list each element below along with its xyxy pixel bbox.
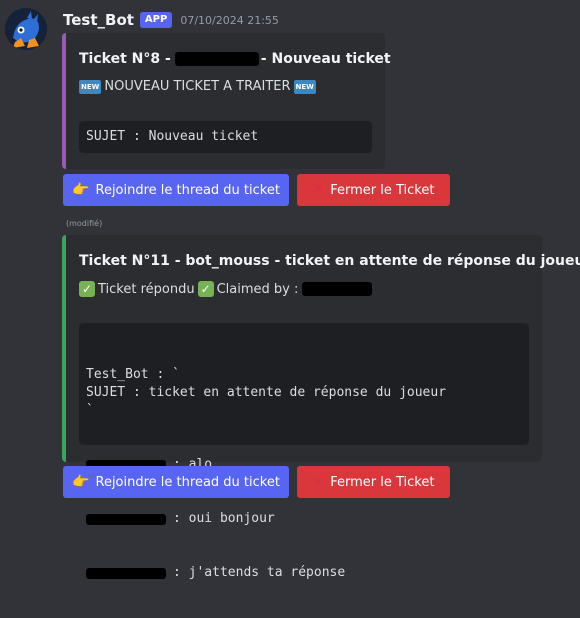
ticket-embed-11: Ticket N°11 - bot_mouss - ticket en atte… <box>62 235 580 580</box>
pointing-hand-icon: 👉 <box>72 474 90 490</box>
join-thread-button[interactable]: 👉 Rejoindre le thread du ticket <box>63 466 289 498</box>
join-thread-label: Rejoindre le thread du ticket <box>95 182 280 198</box>
close-ticket-button[interactable]: ✕ Fermer le Ticket <box>297 174 450 206</box>
new-icon: NEW <box>79 79 102 94</box>
redacted-author <box>86 513 166 525</box>
ticket-embed-8: Ticket N°8 - - Nouveau ticket NEW NOUVEA… <box>62 33 391 169</box>
embed-title: Ticket N°11 - bot_mouss - ticket en atte… <box>79 253 580 269</box>
embed-title: Ticket N°8 - - Nouveau ticket <box>79 51 391 67</box>
conversation-code-block: Test_Bot : ` SUJET : ticket en attente d… <box>79 323 529 580</box>
edited-label: (modifié) <box>66 219 103 228</box>
username[interactable]: Test_Bot <box>63 11 134 29</box>
close-ticket-label: Fermer le Ticket <box>330 182 435 198</box>
app-tag: APP <box>139 12 173 28</box>
redacted-username <box>174 52 259 66</box>
status-answered: Ticket répondu <box>98 281 195 297</box>
embed-description: NEW NOUVEAU TICKET A TRAITER NEW <box>79 79 319 94</box>
cross-mark-icon: ✕ <box>312 474 325 490</box>
cross-mark-icon: ✕ <box>312 182 325 198</box>
embed-title-prefix: Ticket N°8 - <box>79 51 171 67</box>
redacted-claimer <box>302 282 373 296</box>
redacted-author <box>86 567 166 579</box>
code-message-line: : oui bonjour <box>86 510 522 528</box>
check-icon: ✓ <box>79 281 95 297</box>
code-header: Test_Bot : ` SUJET : ticket en attente d… <box>86 367 447 418</box>
embed-title-suffix: - Nouveau ticket <box>260 51 391 67</box>
close-ticket-label: Fermer le Ticket <box>330 474 435 490</box>
new-icon: NEW <box>293 79 316 94</box>
embed-status: ✓ Ticket répondu ✓ Claimed by : <box>79 281 373 297</box>
code-message-text: : oui bonjour <box>173 511 275 526</box>
message-header: Test_Bot APP 07/10/2024 21:55 <box>63 10 279 30</box>
embed-description-text: NOUVEAU TICKET A TRAITER <box>104 79 291 94</box>
code-message-text: : j'attends ta réponse <box>173 565 346 580</box>
check-icon: ✓ <box>197 281 214 297</box>
join-thread-label: Rejoindre le thread du ticket <box>95 474 280 490</box>
close-ticket-button[interactable]: ✕ Fermer le Ticket <box>297 466 450 498</box>
code-message-line: : j'attends ta réponse <box>86 564 522 582</box>
join-thread-button[interactable]: 👉 Rejoindre le thread du ticket <box>63 174 289 206</box>
timestamp: 07/10/2024 21:55 <box>180 13 279 27</box>
code-block: SUJET : Nouveau ticket <box>79 121 372 153</box>
status-claimed: Claimed by : <box>216 281 299 297</box>
bot-avatar[interactable] <box>5 8 47 50</box>
pointing-hand-icon: 👉 <box>72 182 90 198</box>
